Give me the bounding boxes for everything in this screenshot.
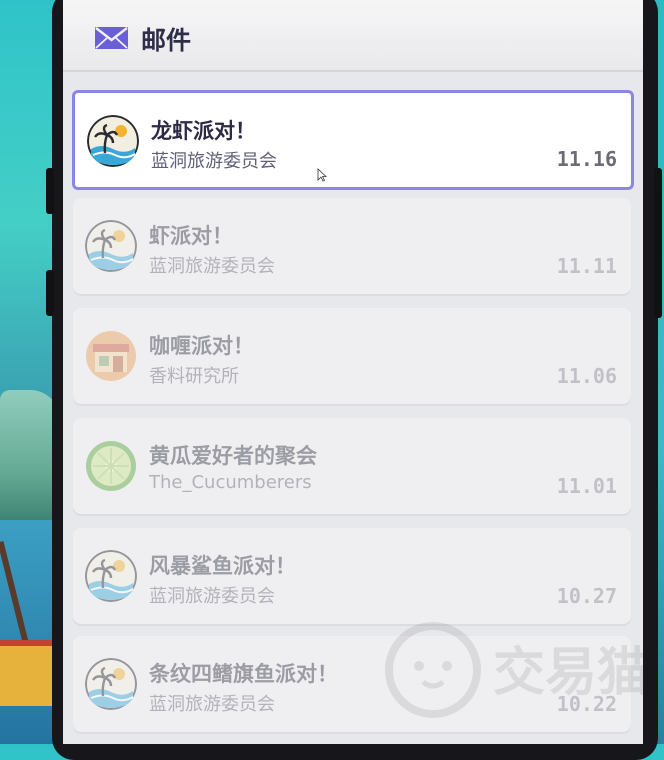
mail-item[interactable]: 风暴鲨鱼派对！ 蓝洞旅游委员会 10.27 [73, 528, 631, 624]
phone-side-button [46, 270, 54, 316]
mail-item[interactable]: 咖喱派对！ 香料研究所 11.06 [73, 308, 631, 404]
cucumber-icon [85, 440, 137, 492]
mail-title: 黄瓜爱好者的聚会 [149, 444, 317, 468]
mail-sender: 蓝洞旅游委员会 [149, 694, 275, 715]
mail-sender: 香料研究所 [149, 366, 239, 387]
mail-sender: 蓝洞旅游委员会 [149, 586, 275, 607]
mail-icon [95, 27, 128, 49]
phone-side-button [46, 168, 54, 214]
mail-screen: 邮件 龙虾派对！ 蓝洞旅游委员会 11.16 虾派对！ 蓝洞旅游委员会 11.11 咖喱派对… [63, 0, 643, 744]
mail-item[interactable]: 黄瓜爱好者的聚会 The_Cucumberers 11.01 [73, 418, 631, 514]
mail-sender: The_Cucumberers [149, 472, 312, 493]
mail-title: 咖喱派对！ [149, 334, 254, 358]
beach-icon [87, 115, 139, 167]
mail-item[interactable]: 虾派对！ 蓝洞旅游委员会 11.11 [73, 198, 631, 294]
mail-item[interactable]: 龙虾派对！ 蓝洞旅游委员会 11.16 [72, 90, 634, 190]
beach-icon [85, 550, 137, 602]
mail-date: 10.27 [556, 584, 617, 608]
mail-sender: 蓝洞旅游委员会 [149, 256, 275, 277]
background-boat [0, 640, 56, 706]
mail-sender: 蓝洞旅游委员会 [151, 151, 277, 172]
svg-text:交易猫: 交易猫 [493, 643, 643, 703]
shop-icon [85, 330, 137, 382]
mail-title: 龙虾派对！ [151, 119, 256, 143]
mail-date: 11.11 [556, 254, 617, 278]
beach-icon [85, 220, 137, 272]
mail-title: 条纹四鳍旗鱼派对！ [149, 662, 338, 686]
mail-title: 风暴鲨鱼派对！ [149, 554, 296, 578]
watermark-logo: 交易猫 [385, 622, 643, 718]
mail-date: 11.01 [556, 474, 617, 498]
mail-date: 11.16 [556, 147, 617, 171]
mail-header: 邮件 [63, 0, 643, 72]
phone-side-button [654, 168, 662, 318]
mail-date: 11.06 [556, 364, 617, 388]
mail-title: 虾派对！ [149, 224, 233, 248]
page-title: 邮件 [141, 26, 192, 55]
beach-icon [85, 658, 137, 710]
background-cliff [0, 390, 60, 530]
mouse-cursor-icon [317, 168, 327, 182]
